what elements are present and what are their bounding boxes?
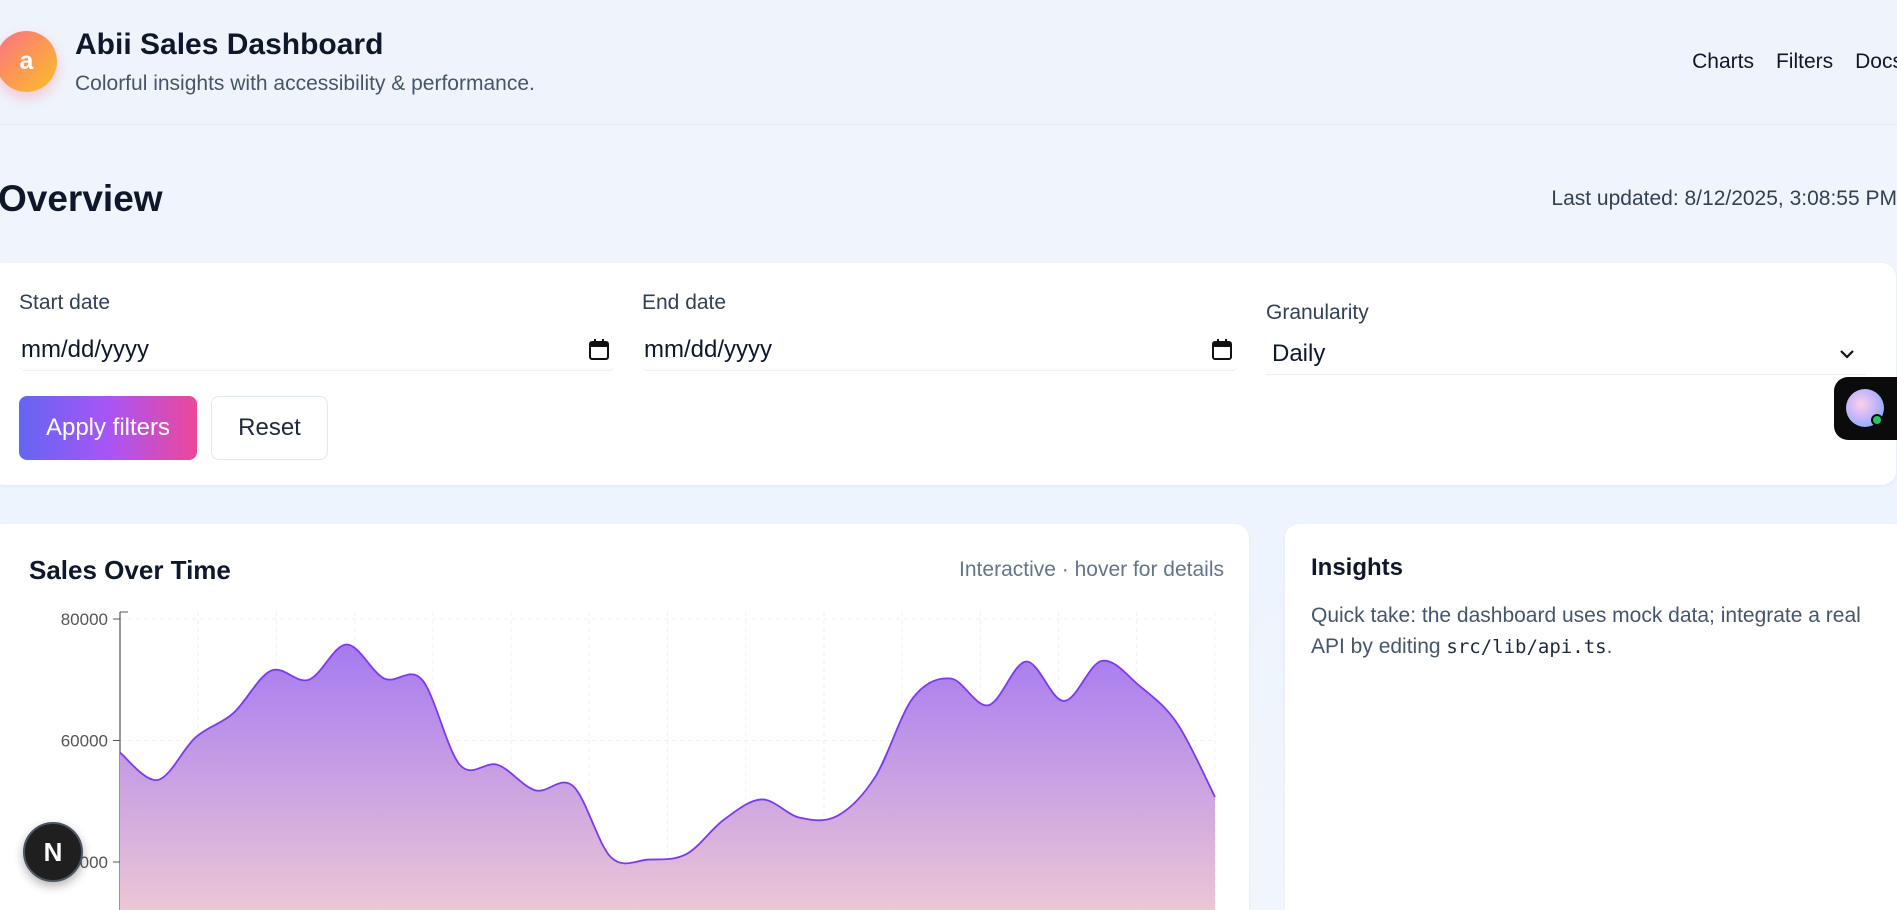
chevron-down-icon xyxy=(1840,350,1854,359)
end-date-label: End date xyxy=(642,291,727,314)
y-tick-label: 80000 xyxy=(61,610,108,629)
apply-filters-button[interactable]: Apply filters xyxy=(19,396,197,460)
reset-button[interactable]: Reset xyxy=(211,396,328,460)
granularity-select[interactable]: Daily xyxy=(1266,333,1866,375)
insights-title: Insights xyxy=(1311,554,1404,581)
calendar-icon[interactable] xyxy=(589,339,609,360)
chart-hint: Interactive · hover for details xyxy=(959,558,1224,581)
app-title: Abii Sales Dashboard xyxy=(75,28,384,61)
end-date-value: mm/dd/yyyy xyxy=(644,335,773,363)
sales-area-chart[interactable]: 80000 60000 000 xyxy=(0,600,1240,910)
nav-link-charts[interactable]: Charts xyxy=(1692,50,1754,74)
y-tick-label: 60000 xyxy=(61,732,108,751)
filters-card: Start date mm/dd/yyyy End date mm/dd/yyy… xyxy=(0,263,1896,485)
calendar-icon[interactable] xyxy=(1212,339,1232,360)
app-header: a Abii Sales Dashboard Colorful insights… xyxy=(0,0,1897,125)
app-subtitle: Colorful insights with accessibility & p… xyxy=(75,72,535,95)
nav-link-docs[interactable]: Docs xyxy=(1855,50,1897,74)
start-date-input[interactable]: mm/dd/yyyy xyxy=(19,329,615,371)
app-logo: a xyxy=(0,31,57,92)
next-dev-badge[interactable]: N xyxy=(23,822,83,882)
page-title: Overview xyxy=(0,178,163,219)
last-updated-text: Last updated: 8/12/2025, 3:08:55 PM xyxy=(1551,187,1897,210)
api-file-path: src/lib/api.ts xyxy=(1446,636,1607,658)
granularity-value: Daily xyxy=(1272,339,1326,367)
start-date-value: mm/dd/yyyy xyxy=(21,335,150,363)
end-date-input[interactable]: mm/dd/yyyy xyxy=(642,329,1238,371)
nav-link-filters[interactable]: Filters xyxy=(1776,50,1833,74)
chart-title: Sales Over Time xyxy=(29,555,231,585)
granularity-label: Granularity xyxy=(1266,301,1369,324)
insights-text: Quick take: the dashboard uses mock data… xyxy=(1311,604,1861,658)
start-date-label: Start date xyxy=(19,291,111,314)
top-nav: Charts Filters Docs xyxy=(1692,50,1897,74)
online-status-dot xyxy=(1871,414,1883,426)
y-tick-label: 000 xyxy=(80,853,108,872)
